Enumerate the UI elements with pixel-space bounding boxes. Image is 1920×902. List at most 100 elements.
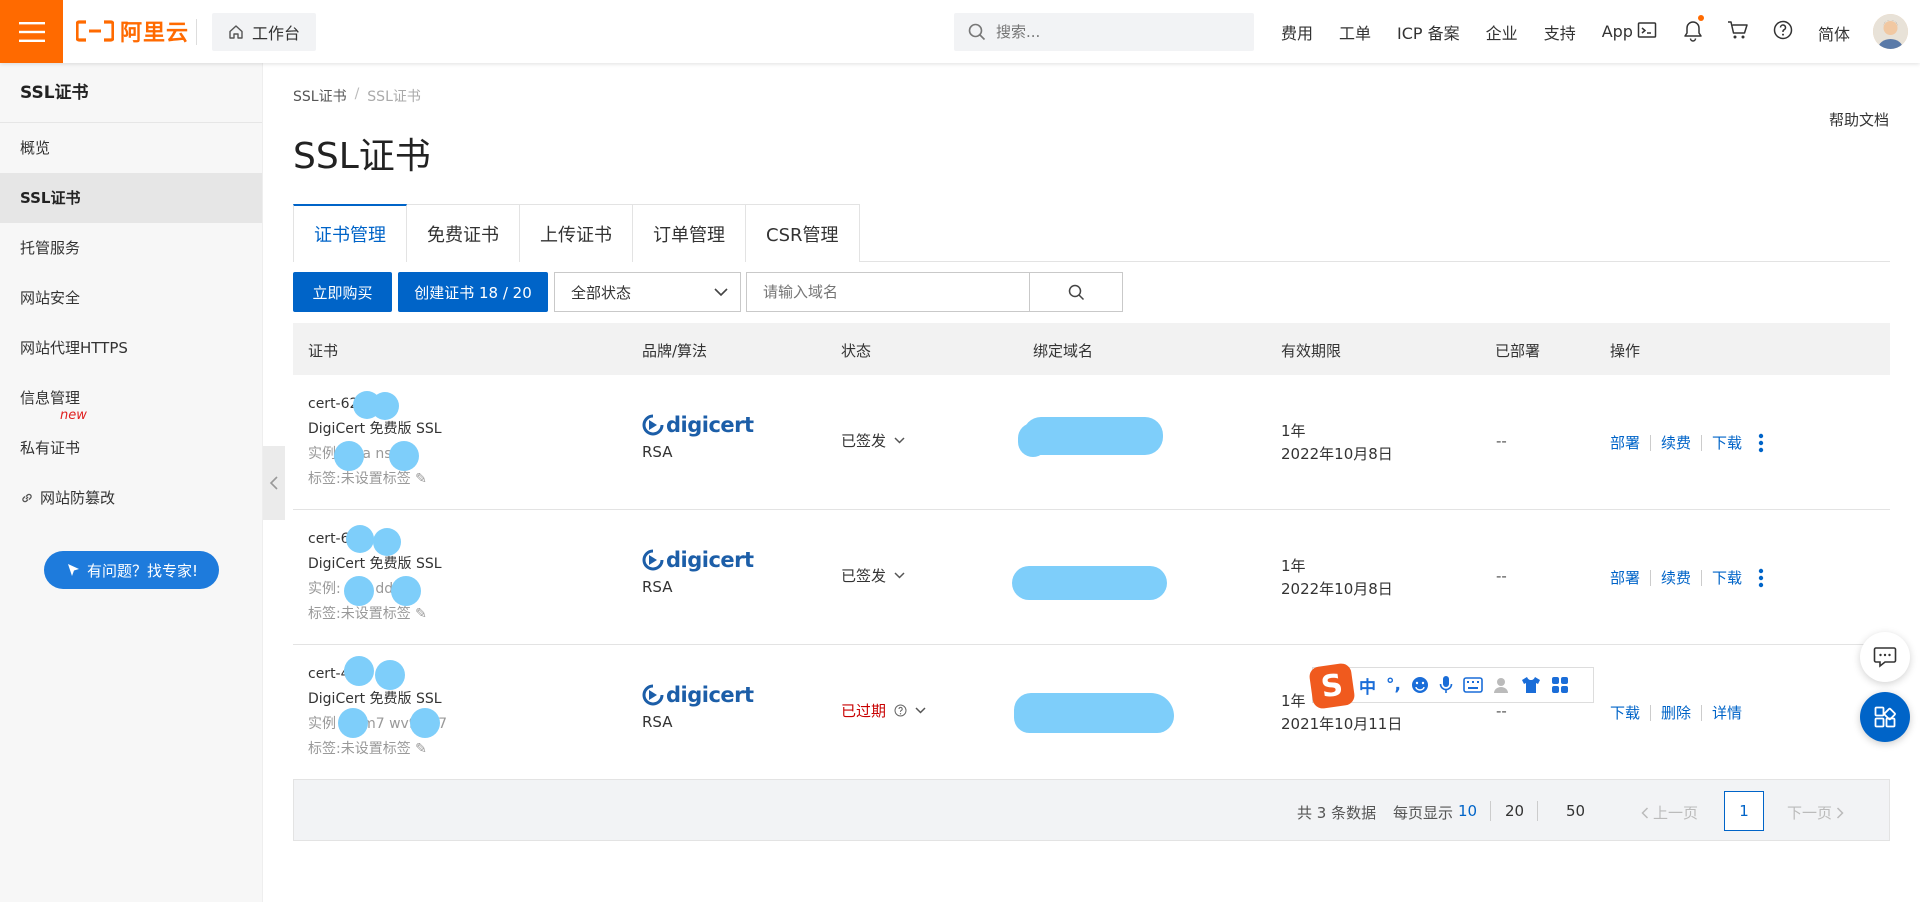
redaction-mark [373,528,401,556]
top-link-support[interactable]: 支持 [1544,20,1576,44]
sidebar-item-overview[interactable]: 概览 [0,123,262,173]
details-link[interactable]: 详情 [1712,702,1742,723]
tab-order-management[interactable]: 订单管理 [633,204,746,262]
language-switch[interactable]: 简体 [1818,21,1850,45]
question-icon[interactable] [894,704,907,717]
digicert-logo-icon [642,684,664,706]
deploy-link[interactable]: 部署 [1610,567,1640,588]
sidebar-item-tamper-protection[interactable]: 网站防篡改 [0,473,262,523]
page-size-50[interactable]: 50 [1566,802,1585,820]
user-avatar[interactable] [1873,14,1908,49]
cert-product: DigiCert 免费版 SSL [308,556,442,572]
top-link-app[interactable]: App [1602,22,1633,41]
sidebar-item-info-management[interactable]: 信息管理 [0,373,262,423]
top-link-tickets[interactable]: 工单 [1339,20,1371,44]
cart-icon[interactable] [1727,20,1749,40]
pagination: 共 3 条数据 每页显示 10 20 50 上一页 1 下一页 [293,779,1890,841]
help-icon[interactable] [1773,20,1793,40]
cert-tag[interactable]: 标签:未设置标签 ✎ [308,467,442,492]
more-actions-icon[interactable] [1758,433,1764,453]
sidebar-item-managed-service[interactable]: 托管服务 [0,223,262,273]
brand-name: digicert [666,548,754,572]
cert-tag[interactable]: 标签:未设置标签 ✎ [308,602,442,627]
renew-link[interactable]: 续费 [1661,567,1691,588]
digicert-logo: digicert [642,413,754,437]
chevron-left-icon [269,476,278,490]
skin-icon[interactable] [1521,676,1541,694]
edit-icon[interactable]: ✎ [415,471,427,487]
brand-name: digicert [666,413,754,437]
toolbox-icon[interactable] [1551,676,1569,694]
breadcrumb-current: SSL证书 [367,89,421,105]
ime-punctuation-toggle[interactable]: °, [1386,675,1401,695]
tab-cert-management[interactable]: 证书管理 [293,204,407,263]
redaction-mark [375,660,405,690]
header-brand-algo: 品牌/算法 [642,342,708,360]
emoji-icon[interactable] [1411,676,1429,694]
chat-support-button[interactable] [1860,632,1910,682]
create-cert-button[interactable]: 创建证书 18 / 20 [398,272,548,312]
cert-table: 证书 品牌/算法 状态 绑定域名 有效期限 已部署 操作 cert-62 Dig… [293,323,1890,780]
prev-page-button[interactable]: 上一页 [1641,802,1698,823]
top-link-enterprise[interactable]: 企业 [1486,20,1518,44]
brand-algo: digicert RSA [642,548,754,596]
cert-tag[interactable]: 标签:未设置标签 ✎ [308,737,447,762]
page-number-1[interactable]: 1 [1724,791,1764,831]
global-search[interactable] [954,13,1254,51]
next-page-button[interactable]: 下一页 [1787,802,1844,823]
status-dropdown[interactable]: 已签发 [841,430,905,451]
renew-link[interactable]: 续费 [1661,432,1691,453]
download-link[interactable]: 下载 [1712,567,1742,588]
quick-apps-button[interactable] [1860,692,1910,742]
workbench-button[interactable]: 工作台 [212,13,316,51]
logo-text: 阿里云 [120,21,190,46]
chevron-down-icon [894,437,905,444]
status-dropdown[interactable]: 已过期 [841,700,926,721]
buy-now-button[interactable]: 立即购买 [293,272,392,312]
user-icon[interactable] [1493,676,1511,694]
delete-link[interactable]: 删除 [1661,702,1691,723]
sidebar-item-https-proxy[interactable]: 网站代理HTTPS [0,323,262,373]
more-actions-icon[interactable] [1758,568,1764,588]
bell-icon[interactable] [1683,20,1703,42]
download-link[interactable]: 下载 [1610,702,1640,723]
global-search-input[interactable] [996,23,1226,41]
tab-free-cert[interactable]: 免费证书 [407,204,520,262]
terminal-icon[interactable] [1637,20,1657,40]
sidebar-item-website-security[interactable]: 网站安全 [0,273,262,323]
domain-search-button[interactable] [1029,272,1123,312]
top-link-icp[interactable]: ICP 备案 [1397,20,1460,44]
ime-mode-toggle[interactable]: 中 [1359,673,1376,698]
download-link[interactable]: 下载 [1712,432,1742,453]
edit-icon[interactable]: ✎ [415,741,427,757]
divider [1650,569,1652,586]
page-size-20[interactable]: 20 [1505,802,1524,820]
sidebar-collapse-toggle[interactable] [263,446,285,520]
sidebar-item-ssl-cert[interactable]: SSL证书 [0,173,262,223]
ask-expert-button[interactable]: 有问题？找专家! [44,551,219,589]
deploy-link[interactable]: 部署 [1610,432,1640,453]
sidebar-item-private-cert[interactable]: 私有证书 new [0,409,262,473]
digicert-logo: digicert [642,548,754,572]
microphone-icon[interactable] [1439,675,1453,695]
tab-upload-cert[interactable]: 上传证书 [520,204,633,262]
top-link-billing[interactable]: 费用 [1281,20,1313,44]
logo-divider [196,19,197,45]
validity-term: 1年 [1281,557,1306,575]
hamburger-menu-icon[interactable] [0,0,63,63]
divider [1701,704,1703,721]
ask-expert-label: 有问题？找专家! [86,561,198,580]
sogou-ime-logo[interactable]: S [1308,662,1356,710]
edit-icon[interactable]: ✎ [415,606,427,622]
domain-search-input[interactable] [746,272,1030,312]
status-dropdown[interactable]: 已签发 [841,565,905,586]
status-filter-select[interactable]: 全部状态 [554,272,741,312]
tab-bar: 证书管理 免费证书 上传证书 订单管理 CSR管理 [293,204,1890,263]
breadcrumb-separator: / [354,86,360,102]
tab-csr-management[interactable]: CSR管理 [746,204,860,262]
breadcrumb-item[interactable]: SSL证书 [293,86,347,106]
aliyun-logo[interactable]: 阿里云 [76,16,189,46]
page-size-10[interactable]: 10 [1458,802,1477,820]
keyboard-icon[interactable] [1463,677,1483,693]
help-doc-link[interactable]: 帮助文档 [1829,109,1889,130]
